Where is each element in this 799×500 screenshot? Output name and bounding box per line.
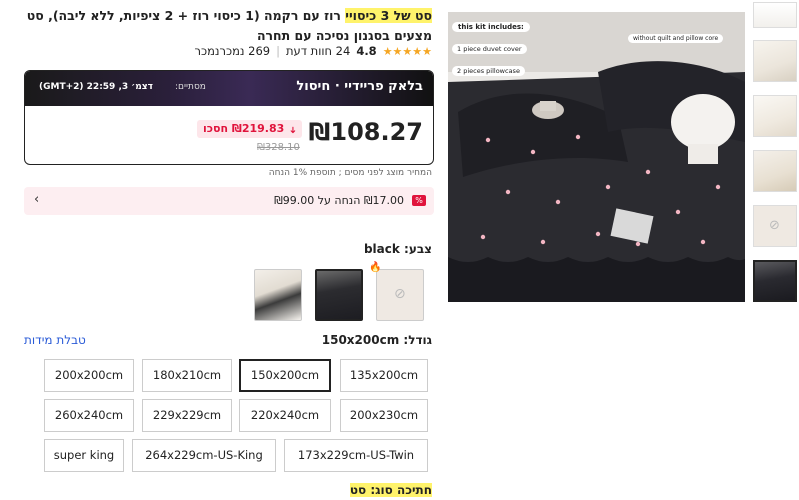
color-label: צבע: black <box>363 242 432 256</box>
kit-item-note: without quilt and pillow core <box>628 34 724 43</box>
size-option-us-king[interactable]: 264x229cm-US-King <box>132 439 276 472</box>
tax-note: המחיר מוצג לפני מסים ; תוספת 1% הנחה <box>268 168 432 178</box>
chevron-left-icon: ‹ <box>34 192 40 207</box>
size-option-us-twin[interactable]: 173x229cm-US-Twin <box>284 439 428 472</box>
color-swatch-white[interactable] <box>254 269 302 321</box>
size-chart-link[interactable]: טבלת מידות <box>24 333 86 347</box>
thumbnail-3[interactable] <box>753 95 797 137</box>
size-label: גודל: 150x200cm <box>321 333 432 347</box>
coupon-banner[interactable]: ‹ ₪17.00 הנחה על ₪99.00 % <box>24 187 434 215</box>
down-arrow-icon: ➜ <box>286 126 297 134</box>
tag-icon: % <box>412 195 426 206</box>
star-rating-icon[interactable]: ★★★★★ <box>383 45 432 58</box>
size-option-220x240[interactable]: 220x240cm <box>239 399 331 432</box>
type-label: חתיכה סוג: סט <box>349 483 432 497</box>
size-option-super-king[interactable]: super king <box>44 439 124 472</box>
sold-count: 269 נמכרנמכר <box>194 44 271 58</box>
color-swatch-black[interactable] <box>315 269 363 321</box>
deal-header: בלאק פריידיי · חיסול מסתיים: דצמ׳ 3, 22:… <box>25 71 433 106</box>
size-option-200x200[interactable]: 200x200cm <box>44 359 134 392</box>
deal-ends-label: מסתיים: <box>175 82 206 92</box>
deal-name: בלאק פריידיי · חיסול <box>296 79 423 94</box>
fire-icon: 🔥 <box>369 262 382 273</box>
size-option-150x200[interactable]: 150x200cm <box>239 359 331 392</box>
rating-row: ★★★★★ 4.8 24 חוות דעת | 269 נמכרנמכר <box>7 44 432 58</box>
deal-box: בלאק פריידיי · חיסול מסתיים: דצמ׳ 3, 22:… <box>24 70 434 165</box>
thumbnail-6[interactable] <box>753 260 797 302</box>
image-placeholder-icon: ⊘ <box>769 218 780 233</box>
thumbnail-4[interactable] <box>753 150 797 192</box>
color-swatch-unavailable[interactable] <box>376 269 424 321</box>
original-price: ₪328.10 <box>257 142 300 153</box>
product-info-panel: סט של 3 כיסויי רוז עם רקמה (1 כיסוי רוז … <box>0 0 440 500</box>
product-title: סט של 3 כיסויי רוז עם רקמה (1 כיסוי רוז … <box>7 6 432 46</box>
divider: | <box>276 44 280 58</box>
current-price: ₪108.27 <box>308 118 423 146</box>
thumbnail-5[interactable]: ⊘ <box>753 205 797 247</box>
savings-text: ₪219.83 חסכו <box>203 122 285 135</box>
size-option-260x240[interactable]: 260x240cm <box>44 399 134 432</box>
deal-end-time: דצמ׳ 3, 22:59 (GMT+2) <box>39 82 153 92</box>
title-highlight: סט של 3 כיסויי <box>345 8 432 23</box>
rating-value: 4.8 <box>356 44 377 58</box>
reviews-link[interactable]: 24 חוות דעת <box>286 44 350 58</box>
size-option-229x229[interactable]: 229x229cm <box>142 399 232 432</box>
savings-badge: ➜ ₪219.83 חסכו <box>197 120 302 138</box>
kit-item-pillowcase: 2 pieces pillowcase <box>452 66 525 76</box>
size-option-135x200[interactable]: 135x200cm <box>340 359 428 392</box>
kit-item-duvet: 1 piece duvet cover <box>452 44 527 54</box>
size-option-200x230[interactable]: 200x230cm <box>340 399 428 432</box>
main-product-image[interactable]: this kit includes: 1 piece duvet cover 2… <box>448 12 745 302</box>
kit-label: this kit includes: <box>452 22 530 32</box>
thumbnail-1[interactable] <box>753 2 797 28</box>
coupon-text: ₪17.00 הנחה על ₪99.00 <box>274 194 404 207</box>
thumbnail-2[interactable] <box>753 40 797 82</box>
type-label-text: חתיכה סוג: סט <box>349 483 432 497</box>
size-option-180x210[interactable]: 180x210cm <box>142 359 232 392</box>
bedding-photo <box>448 12 745 302</box>
